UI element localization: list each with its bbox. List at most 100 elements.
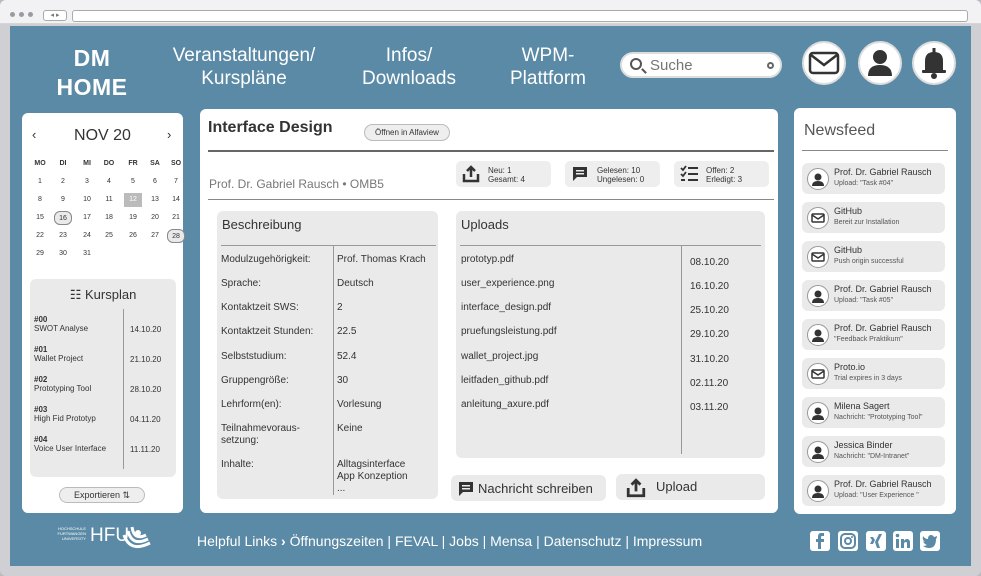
newsfeed-item[interactable]: Prof. Dr. Gabriel Rausch "Feedback Prakt… [802,319,945,350]
twitter-icon[interactable] [920,531,940,551]
file-name[interactable]: interface_design.pdf [461,302,551,314]
file-date: 02.11.20 [690,378,729,389]
stat-uploads[interactable]: Neu: 1 Gesamt: 4 [456,161,551,187]
upload-icon [626,478,646,498]
open-alfaview-button[interactable]: Öffnen in Alfaview [364,124,450,141]
newsfeed-item[interactable]: Proto.io Trial expires in 3 days [802,358,945,389]
nav-label: Downloads [362,68,456,89]
calendar-day[interactable]: 24 [78,229,96,243]
file-name[interactable]: pruefungsleistung.pdf [461,326,557,338]
checklist-icon: ☷ [69,287,85,302]
upload-button[interactable]: Upload [616,474,765,500]
url-bar[interactable] [72,10,968,22]
footer-link-impressum[interactable]: Impressum [633,533,702,549]
newsfeed-sender: Proto.io [834,362,866,372]
nav-infos[interactable]: Infos/ Downloads [354,44,464,90]
file-name[interactable]: prototyp.pdf [461,254,514,266]
file-name[interactable]: user_experience.png [461,278,554,290]
calendar-day[interactable]: 3 [78,175,96,189]
calendar-day[interactable]: 15 [31,211,49,225]
newsfeed-item[interactable]: Prof. Dr. Gabriel Rausch Upload: "Task #… [802,280,945,311]
nav-wpm[interactable]: WPM- Plattform [496,44,600,90]
calendar-day[interactable]: 31 [78,247,96,261]
calendar-day[interactable]: 6 [146,175,164,189]
calendar-day-marked[interactable]: 16 [54,211,72,225]
footer-link-oeffnungszeiten[interactable]: Öffnungszeiten [290,533,384,549]
newsfeed-item[interactable]: Prof. Dr. Gabriel Rausch Upload: "User E… [802,475,945,506]
stat-line: Gesamt: 4 [488,175,525,184]
write-message-button[interactable]: Nachricht schreiben [451,475,606,501]
footer-link-mensa[interactable]: Mensa [490,533,532,549]
file-name[interactable]: wallet_project.jpg [461,351,538,363]
logo[interactable]: DM HOME [46,44,138,102]
calendar-day[interactable]: 8 [31,193,49,207]
calendar-day[interactable]: 7 [167,175,185,189]
notifications-button[interactable] [912,41,956,85]
newsfeed-item[interactable]: Prof. Dr. Gabriel Rausch Upload: "Task #… [802,163,945,194]
upload-label: Upload [656,479,698,494]
calendar-day[interactable]: 22 [31,229,49,243]
kursplan-num: #00 [34,315,48,324]
stat-tasks[interactable]: Offen: 2 Erledigt: 3 [674,161,769,187]
file-name[interactable]: anleitung_axure.pdf [461,399,549,411]
stat-messages[interactable]: Gelesen: 10 Ungelesen: 0 [565,161,660,187]
calendar-day[interactable]: 30 [54,247,72,261]
instagram-icon[interactable] [838,531,858,551]
footer-link-feval[interactable]: FEVAL [395,533,438,549]
newsfeed-sender: Jessica Binder [834,440,893,450]
nav-veranstaltungen[interactable]: Veranstaltungen/ Kurspläne [162,44,326,90]
kursplan-item[interactable]: #04 Voice User Interface 11.11.20 [34,435,172,454]
newsfeed-message: Upload: "Task #04" [834,180,894,187]
calendar-day-today[interactable]: 12 [124,193,142,207]
hfu-logo[interactable]: HOCHSCHULE FURTWANGEN UNIVERSITY HFU [50,523,154,559]
calendar-day[interactable]: 14 [167,193,185,207]
newsfeed-item[interactable]: Jessica Binder Nachricht: "DM-Intranet" [802,436,945,467]
kursplan-item[interactable]: #00 SWOT Analyse 14.10.20 [34,315,172,334]
newsfeed-item[interactable]: GitHub Bereit zur Installation [802,202,945,233]
newsfeed-item[interactable]: Milena Sagert Nachricht: "Prototyping To… [802,397,945,428]
search-box[interactable] [620,52,782,78]
footer-link-datenschutz[interactable]: Datenschutz [544,533,622,549]
search-input[interactable] [650,56,762,74]
calendar-day[interactable]: 5 [124,175,142,189]
calendar-day[interactable]: 23 [54,229,72,243]
calendar-day[interactable]: 27 [146,229,164,243]
file-name[interactable]: leitfaden_github.pdf [461,375,548,387]
facebook-icon[interactable] [810,531,830,551]
calendar-day[interactable]: 19 [124,211,142,225]
kursplan-date: 28.10.20 [130,385,162,394]
footer-link-jobs[interactable]: Jobs [449,533,479,549]
calendar-day[interactable]: 4 [100,175,118,189]
clear-icon[interactable] [767,62,774,69]
export-button[interactable]: Exportieren ⇅ [59,487,145,503]
calendar-day[interactable]: 18 [100,211,118,225]
calendar-day[interactable]: 25 [100,229,118,243]
calendar-day[interactable]: 9 [54,193,72,207]
calendar-day[interactable]: 29 [31,247,49,261]
linkedin-icon[interactable] [893,531,913,551]
calendar-day[interactable]: 20 [146,211,164,225]
calendar-day[interactable]: 13 [146,193,164,207]
calendar-day[interactable]: 2 [54,175,72,189]
mail-button[interactable] [802,41,846,85]
calendar-day[interactable]: 26 [124,229,142,243]
profile-button[interactable] [858,41,902,85]
stat-line: Neu: 1 [488,166,512,175]
calendar-day[interactable]: 1 [31,175,49,189]
calendar-day[interactable]: 17 [78,211,96,225]
xing-icon[interactable] [866,531,886,551]
kursplan-item[interactable]: #03 High Fid Prototyp 04.11.20 [34,405,172,424]
next-month-icon[interactable]: › [167,127,171,142]
back-forward-icon[interactable]: ◂ ▸ [43,10,67,21]
file-date: 16.10.20 [690,281,729,292]
newsfeed-item[interactable]: GitHub Push origin successful [802,241,945,272]
kursplan-num: #04 [34,435,48,444]
newsfeed-message: Nachricht: "DM-Intranet" [834,453,910,460]
calendar-day[interactable]: 21 [167,211,185,225]
calendar-day-marked[interactable]: 28 [167,229,185,243]
kursplan-item[interactable]: #02 Prototyping Tool 28.10.20 [34,375,172,394]
calendar-day[interactable]: 10 [78,193,96,207]
kursplan-item[interactable]: #01 Wallet Project 21.10.20 [34,345,172,364]
desc-value: 52.4 [337,351,357,362]
calendar-day[interactable]: 11 [100,193,118,207]
